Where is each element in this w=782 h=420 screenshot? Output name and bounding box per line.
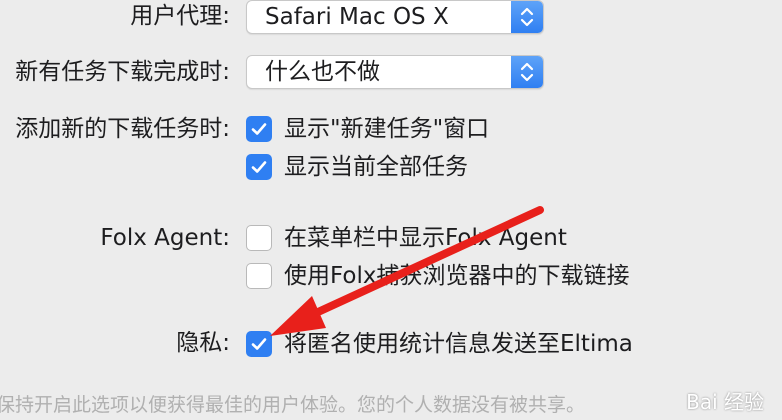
chevron-updown-icon[interactable] bbox=[511, 56, 543, 88]
on-add-label: 添加新的下载任务时: bbox=[15, 116, 230, 142]
on-complete-value: 什么也不做 bbox=[265, 59, 380, 85]
baidu-watermark: Bai 经验 bbox=[686, 390, 764, 414]
privacy-hint-text: 保持开启此选项以便获得最佳的用户体验。您的个人数据没有被共享。 bbox=[0, 394, 586, 416]
checkbox-label: 显示"新建任务"窗口 bbox=[284, 116, 490, 142]
checkbox-unchecked[interactable] bbox=[246, 263, 272, 289]
folx-agent-label: Folx Agent: bbox=[100, 225, 230, 251]
chevron-updown-icon[interactable] bbox=[511, 1, 543, 33]
user-agent-value: Safari Mac OS X bbox=[265, 4, 449, 30]
checkbox-label: 在菜单栏中显示Folx Agent bbox=[284, 225, 567, 251]
on-complete-label: 新有任务下载完成时: bbox=[15, 59, 230, 85]
checkbox-checked[interactable] bbox=[246, 116, 272, 142]
user-agent-label: 用户代理: bbox=[130, 3, 230, 29]
checkbox-label: 使用Folx捕获浏览器中的下载链接 bbox=[284, 263, 630, 289]
privacy-label: 隐私: bbox=[176, 330, 230, 356]
checkbox-unchecked[interactable] bbox=[246, 225, 272, 251]
checkbox-checked[interactable] bbox=[246, 331, 272, 357]
user-agent-popup[interactable]: Safari Mac OS X bbox=[246, 0, 544, 34]
checkbox-label: 将匿名使用统计信息发送至Eltima bbox=[284, 331, 633, 357]
checkbox-label: 显示当前全部任务 bbox=[284, 154, 468, 180]
on-complete-popup[interactable]: 什么也不做 bbox=[246, 55, 544, 89]
checkbox-checked[interactable] bbox=[246, 154, 272, 180]
